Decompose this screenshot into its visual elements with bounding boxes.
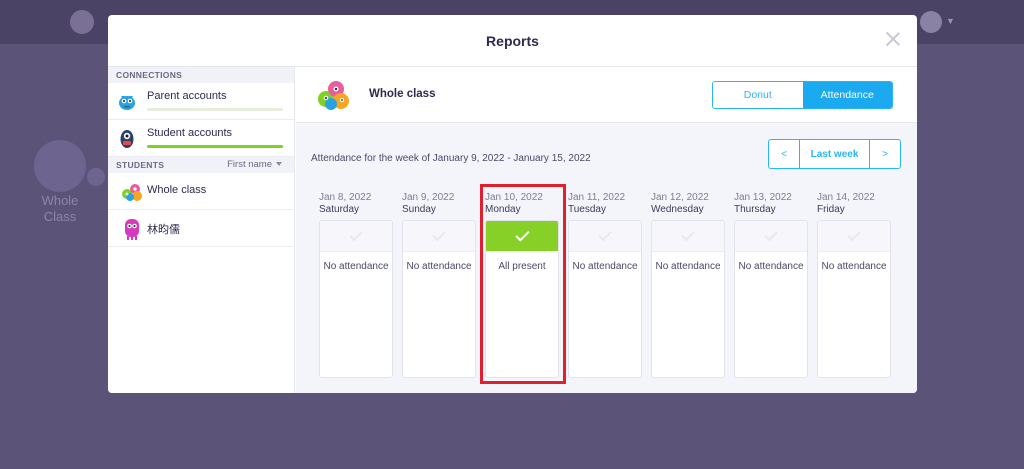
day-date: Jan 8, 2022 [319,192,372,203]
sidebar-item-whole-class[interactable]: Whole class [108,173,294,210]
check-area [735,221,807,252]
day-weekday: Monday [485,204,521,215]
day-column: Jan 8, 2022 Saturday No attendance [319,192,393,378]
day-card[interactable]: No attendance [319,220,393,378]
check-area [486,221,558,252]
student-monster-icon [120,130,134,148]
day-weekday: Thursday [734,204,776,215]
day-status: All present [498,261,546,272]
day-column: Jan 11, 2022 Tuesday No attendance [568,192,642,378]
parent-accounts-progress [147,108,283,111]
day-status: No attendance [323,261,389,272]
modal-header: Reports [108,15,917,67]
class-avatar-background [34,140,86,192]
week-navigation: < Last week > [768,139,901,169]
day-date: Jan 10, 2022 [485,192,543,203]
whole-class-icon [122,184,142,201]
attendance-view-button[interactable]: Attendance [802,82,892,108]
day-date: Jan 11, 2022 [568,192,626,203]
day-card[interactable]: No attendance [651,220,725,378]
checkmark-icon [847,227,861,242]
check-area [320,221,392,252]
day-column: Jan 14, 2022 Friday No attendance [817,192,891,378]
student-avatar-icon [125,219,139,240]
chevron-down-icon[interactable]: ▼ [946,16,955,26]
day-date: Jan 14, 2022 [817,192,875,203]
student-accounts-label: Student accounts [147,127,233,139]
connections-section-title: CONNECTIONS [108,67,294,83]
sidebar-item-student-accounts[interactable]: Student accounts [108,120,294,157]
current-week-button[interactable]: Last week [799,140,870,168]
reports-modal: Reports CONNECTIONS Parent accounts Stud… [108,15,917,393]
checkmark-icon [681,227,695,242]
check-area [403,221,475,252]
day-column: Jan 10, 2022 Monday All present [485,192,559,378]
day-date: Jan 9, 2022 [402,192,455,203]
day-column: Jan 13, 2022 Thursday No attendance [734,192,808,378]
chevron-down-icon [276,162,282,167]
day-weekday: Tuesday [568,204,606,215]
class-label-background: Whole Class [41,193,79,224]
day-card[interactable]: No attendance [568,220,642,378]
checkmark-icon [764,227,778,242]
student-accounts-progress [147,145,283,148]
day-status: No attendance [572,261,638,272]
next-week-button[interactable]: > [870,140,900,168]
day-weekday: Saturday [319,204,360,215]
check-area [569,221,641,252]
parent-accounts-label: Parent accounts [147,90,227,102]
whole-class-avatar-icon [318,81,349,110]
checkmark-icon [598,227,612,242]
day-card[interactable]: All present [485,220,559,378]
report-content: Whole class Donut Attendance Attendance … [296,67,917,393]
day-status: No attendance [655,261,721,272]
student-name-label: 林昀儒 [147,224,180,236]
user-avatar[interactable] [920,11,942,33]
sidebar-item-parent-accounts[interactable]: Parent accounts [108,83,294,120]
day-card[interactable]: No attendance [734,220,808,378]
day-card[interactable]: No attendance [402,220,476,378]
sort-dropdown[interactable]: First name [227,159,282,170]
check-area [652,221,724,252]
settings-icon [87,168,105,186]
day-weekday: Sunday [402,204,436,215]
checkmark-icon [349,227,363,242]
app-logo [70,10,94,34]
checkmark-icon [432,227,446,242]
checkmark-icon [514,227,530,242]
whole-class-label: Whole class [147,184,207,196]
day-date: Jan 13, 2022 [734,192,792,203]
content-header: Whole class Donut Attendance [296,67,917,123]
modal-title: Reports [486,33,539,49]
sidebar-item-student[interactable]: 林昀儒 [108,210,294,247]
day-status: No attendance [821,261,887,272]
day-weekday: Wednesday [651,204,704,215]
students-section-title: STUDENTS First name [108,157,294,173]
day-status: No attendance [738,261,804,272]
week-range-text: Attendance for the week of January 9, 20… [311,153,591,164]
parent-monster-icon [119,96,135,110]
day-status: No attendance [406,261,472,272]
report-view-toggle: Donut Attendance [712,81,893,109]
donut-view-button[interactable]: Donut [713,82,803,108]
previous-week-button[interactable]: < [769,140,799,168]
selected-class-name: Whole class [369,88,436,100]
check-area [818,221,890,252]
day-date: Jan 12, 2022 [651,192,709,203]
day-column: Jan 12, 2022 Wednesday No attendance [651,192,725,378]
day-weekday: Friday [817,204,845,215]
close-icon[interactable] [885,31,901,47]
day-column: Jan 9, 2022 Sunday No attendance [402,192,476,378]
day-card[interactable]: No attendance [817,220,891,378]
reports-sidebar: CONNECTIONS Parent accounts Student acco… [108,67,295,393]
